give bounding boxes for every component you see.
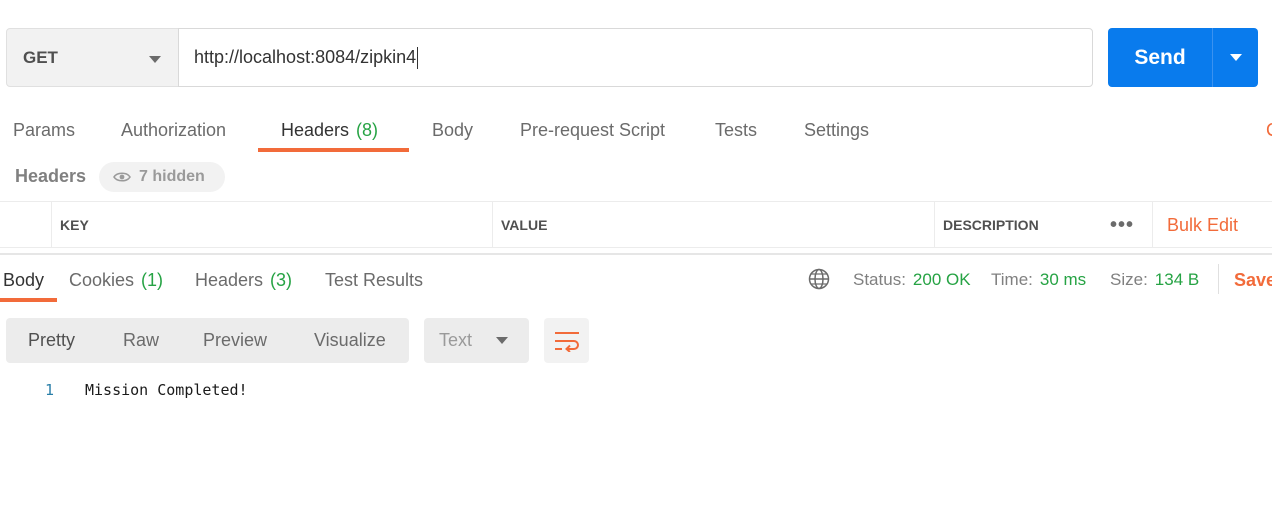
format-type-value: Text <box>439 330 473 350</box>
tab-authorization-label: Authorization <box>121 119 227 140</box>
column-key: KEY <box>51 202 493 248</box>
hidden-headers-label: 7 hidden <box>139 168 205 185</box>
size-value: 134 B <box>1154 270 1200 289</box>
tab-authorization[interactable]: Authorization <box>121 110 226 150</box>
response-tab-headers-label: Headers <box>195 269 264 290</box>
response-tab-headers[interactable]: Headers (3) <box>195 266 292 294</box>
send-button[interactable]: Send <box>1108 28 1212 87</box>
response-tab-cookies[interactable]: Cookies (1) <box>69 266 163 294</box>
time-value: 30 ms <box>1039 270 1087 289</box>
response-tab-cookies-count: (1) <box>141 269 164 290</box>
tab-headers[interactable]: Headers (8) <box>281 110 378 150</box>
headers-table-header: KEY VALUE DESCRIPTION ••• Bulk Edit <box>0 201 1272 248</box>
tab-settings-label: Settings <box>804 119 870 140</box>
wrap-lines-icon <box>554 331 579 352</box>
response-tab-test-results-label: Test Results <box>325 269 424 290</box>
tab-params[interactable]: Params <box>13 110 75 150</box>
chevron-down-icon <box>149 56 161 63</box>
tab-tests-label: Tests <box>715 119 758 140</box>
more-options-icon[interactable]: ••• <box>1110 214 1134 237</box>
response-tab-test-results[interactable]: Test Results <box>325 266 423 294</box>
chevron-down-icon <box>496 337 508 344</box>
format-toggle-group: Pretty Raw Preview Visualize <box>6 318 409 363</box>
bulk-edit-button[interactable]: Bulk Edit <box>1152 202 1238 248</box>
url-value: http://localhost:8084/zipkin4 <box>194 47 417 67</box>
tab-headers-count: (8) <box>356 119 379 140</box>
response-tab-body-label: Body <box>3 269 45 290</box>
response-size: Size: 134 B <box>1110 266 1199 294</box>
status-value: 200 OK <box>912 270 971 289</box>
eye-icon <box>113 171 131 183</box>
tab-settings[interactable]: Settings <box>804 110 869 150</box>
line-number: 1 <box>45 381 55 399</box>
format-raw[interactable]: Raw <box>123 318 159 363</box>
column-value: VALUE <box>492 202 935 248</box>
method-value: GET <box>23 47 58 67</box>
time-label: Time: <box>991 270 1033 289</box>
size-label: Size: <box>1110 270 1148 289</box>
response-status: Status: 200 OK <box>853 266 971 294</box>
chevron-down-icon <box>1229 54 1242 61</box>
url-input[interactable]: http://localhost:8084/zipkin4 <box>178 28 1093 87</box>
tab-prerequest-label: Pre-request Script <box>520 119 666 140</box>
response-tab-body[interactable]: Body <box>3 266 44 294</box>
tab-body[interactable]: Body <box>432 110 473 150</box>
text-cursor <box>417 46 419 69</box>
tab-body-label: Body <box>432 119 474 140</box>
status-label: Status: <box>853 270 906 289</box>
tab-headers-label: Headers <box>281 119 350 140</box>
tab-params-label: Params <box>13 119 76 140</box>
send-button-group: Send <box>1108 28 1258 87</box>
hidden-headers-toggle[interactable]: 7 hidden <box>99 162 225 192</box>
response-tab-cookies-label: Cookies <box>69 269 135 290</box>
response-active-tab-indicator <box>0 298 57 302</box>
globe-icon[interactable] <box>808 268 830 295</box>
cookies-link-partial[interactable]: C <box>1266 120 1272 141</box>
tab-tests[interactable]: Tests <box>715 110 757 150</box>
response-time: Time: 30 ms <box>991 266 1086 294</box>
format-visualize[interactable]: Visualize <box>314 318 386 363</box>
headers-section-title: Headers <box>15 166 87 186</box>
pane-divider[interactable] <box>0 253 1272 255</box>
response-body-line: Mission Completed! <box>85 381 248 399</box>
active-tab-indicator <box>258 148 409 152</box>
wrap-lines-button[interactable] <box>544 318 589 363</box>
method-select[interactable]: GET <box>6 28 179 87</box>
divider <box>1218 264 1219 294</box>
format-pretty[interactable]: Pretty <box>28 318 75 363</box>
column-description: DESCRIPTION <box>934 202 1096 248</box>
send-options-button[interactable] <box>1213 28 1258 87</box>
save-response-button[interactable]: Save <box>1234 266 1272 294</box>
format-type-select[interactable]: Text <box>424 318 529 363</box>
tab-prerequest-script[interactable]: Pre-request Script <box>520 110 665 150</box>
format-preview[interactable]: Preview <box>203 318 267 363</box>
response-tab-headers-count: (3) <box>270 269 293 290</box>
